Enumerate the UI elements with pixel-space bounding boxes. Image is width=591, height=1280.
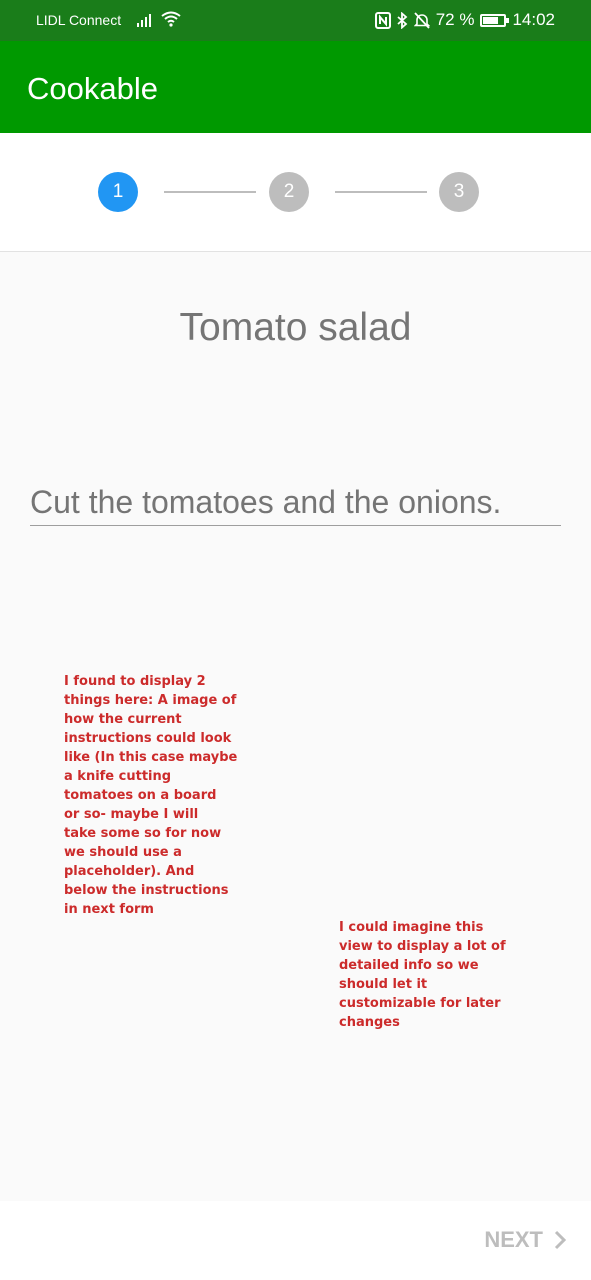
step-connector	[164, 191, 256, 193]
step-3[interactable]: 3	[439, 172, 479, 212]
nfc-icon	[374, 11, 391, 29]
bluetooth-icon	[397, 11, 408, 29]
bottom-bar: NEXT	[0, 1201, 591, 1280]
step-1[interactable]: 1	[98, 172, 138, 212]
battery-percent: 72 %	[435, 10, 475, 29]
next-button[interactable]: NEXT	[484, 1227, 567, 1253]
battery-icon	[480, 13, 510, 27]
annotation-note: I could imagine this view to display a l…	[339, 920, 506, 1030]
step-connector	[335, 191, 427, 193]
status-bar: LIDL Connect 72 % 14:02	[0, 0, 591, 41]
bell-off-icon	[413, 11, 430, 29]
wifi-icon	[161, 11, 181, 27]
signal-icon	[137, 14, 151, 27]
stepper: 1 2 3	[0, 133, 591, 252]
instruction-input[interactable]	[30, 480, 561, 526]
annotation-note: I found to display 2 things here: A imag…	[64, 674, 238, 917]
app-title: Cookable	[27, 71, 158, 106]
chevron-right-icon	[554, 1230, 567, 1250]
clock: 14:02	[512, 10, 555, 29]
step-2[interactable]: 2	[269, 172, 309, 212]
recipe-title: Tomato salad	[179, 306, 412, 349]
app-bar: Cookable	[0, 41, 591, 133]
next-label: NEXT	[484, 1227, 543, 1252]
carrier-name: LIDL Connect	[36, 12, 122, 28]
